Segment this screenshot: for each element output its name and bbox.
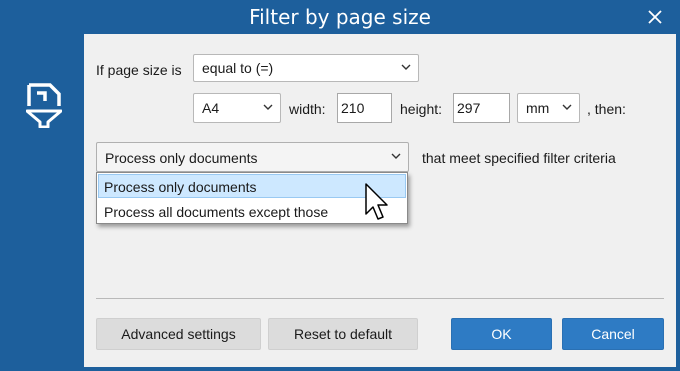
action-select[interactable]: Process only documents bbox=[96, 142, 409, 172]
comparison-select[interactable]: equal to (=) bbox=[193, 54, 419, 82]
close-icon[interactable] bbox=[644, 6, 666, 28]
chevron-down-icon bbox=[562, 104, 572, 110]
cancel-button[interactable]: Cancel bbox=[562, 318, 664, 350]
dropdown-option-process-only[interactable]: Process only documents bbox=[98, 174, 406, 198]
height-input[interactable] bbox=[457, 100, 501, 116]
ok-button[interactable]: OK bbox=[451, 318, 552, 350]
advanced-settings-button[interactable]: Advanced settings bbox=[96, 318, 261, 350]
mouse-pointer-icon bbox=[365, 183, 388, 220]
page-size-label: If page size is bbox=[96, 62, 182, 78]
width-label: width: bbox=[289, 101, 326, 117]
dropdown-option-process-all-except[interactable]: Process all documents except those bbox=[98, 199, 406, 223]
page-filter-logo-icon bbox=[26, 83, 62, 128]
footer-divider bbox=[96, 298, 664, 299]
reset-to-default-button[interactable]: Reset to default bbox=[268, 318, 418, 350]
chevron-down-icon bbox=[391, 153, 401, 159]
height-field[interactable] bbox=[453, 93, 510, 123]
filter-dialog: Filter by page size If page size is equa… bbox=[0, 0, 680, 371]
paper-size-value: A4 bbox=[202, 100, 220, 116]
unit-select[interactable]: mm bbox=[517, 93, 580, 123]
then-label: , then: bbox=[587, 101, 626, 117]
dialog-title: Filter by page size bbox=[249, 5, 431, 29]
width-input[interactable] bbox=[341, 100, 385, 116]
chevron-down-icon bbox=[401, 64, 411, 70]
side-panel bbox=[0, 34, 84, 371]
comparison-value: equal to (=) bbox=[202, 60, 274, 76]
criteria-label: that meet specified filter criteria bbox=[422, 150, 616, 166]
unit-value: mm bbox=[526, 100, 550, 116]
action-value: Process only documents bbox=[105, 150, 258, 166]
width-field[interactable] bbox=[337, 93, 392, 123]
height-label: height: bbox=[400, 101, 443, 117]
paper-size-select[interactable]: A4 bbox=[193, 93, 281, 123]
action-dropdown-list: Process only documents Process all docum… bbox=[96, 172, 408, 224]
title-bar: Filter by page size bbox=[0, 0, 680, 34]
chevron-down-icon bbox=[263, 104, 273, 110]
